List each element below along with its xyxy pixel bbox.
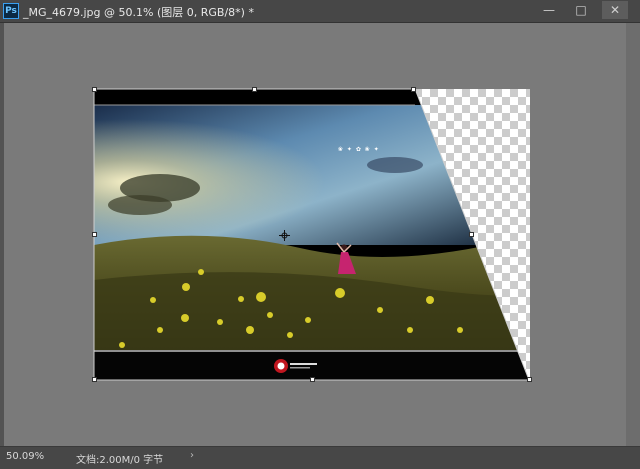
reference-point-icon[interactable]	[279, 230, 290, 241]
status-bar: 50.09% 文档:2.00M/0 字节 ›	[0, 446, 640, 469]
transform-handle-bottom-right[interactable]	[527, 377, 532, 382]
photo-watermark-logo	[274, 359, 317, 373]
transform-handle-bottom-middle[interactable]	[310, 377, 315, 382]
transform-handle-middle-right[interactable]	[469, 232, 474, 237]
transform-handle-middle-left[interactable]	[92, 232, 97, 237]
transform-handle-top-middle[interactable]	[252, 87, 257, 92]
transform-handle-top-left[interactable]	[92, 87, 97, 92]
photo-caption-art: ❀ ✦ ✿ ❀ ✦	[338, 146, 380, 153]
transform-handle-top-right[interactable]	[411, 87, 416, 92]
chevron-right-icon[interactable]: ›	[190, 450, 194, 461]
transform-handle-bottom-left[interactable]	[92, 377, 97, 382]
zoom-level[interactable]: 50.09%	[6, 451, 44, 462]
document-info[interactable]: 文档:2.00M/0 字节	[76, 451, 163, 466]
